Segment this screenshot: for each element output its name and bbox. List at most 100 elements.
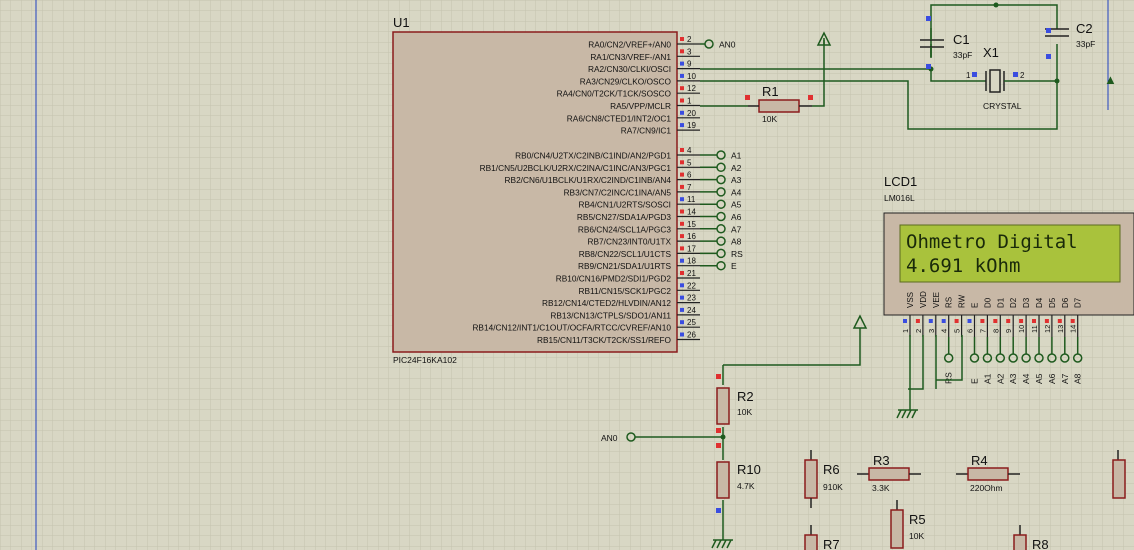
r1-ref: R1 [762,84,779,99]
u1-pin-marker [680,283,684,288]
lcd-pin-number: 2 [914,329,923,333]
u1-pin-marker [680,258,684,263]
u1-pin-marker [680,307,684,312]
u1-pin-number: 12 [687,84,696,93]
u1-pin-name: RB15/CN11/T3CK/T2CK/SS1/REFO [537,335,672,345]
osc-junction [993,2,999,8]
lcd-terminal-label: A6 [1047,373,1057,384]
u1-pin-marker [680,172,684,177]
lcd-pin-number: 6 [966,329,975,333]
netlabel-text: A5 [731,200,742,210]
x1-pin2: 2 [1020,71,1025,80]
lcd-pin-number: 14 [1069,325,1078,333]
lcd-pin-marker [1019,319,1024,323]
u1-pin-number: 20 [687,109,696,118]
lcd-pin-number: 5 [953,329,962,333]
u1-pin-marker [680,320,684,325]
lcd-terminal-label: A5 [1034,373,1044,384]
c1-value: 33pF [953,50,972,60]
lcd-terminal-label: E [970,378,980,384]
u1-pin-number: 18 [687,257,696,266]
u1-pin-name: RB3/CN7/C2INC/C1INA/AN5 [564,187,672,197]
lcd-pin-number: 8 [991,329,1000,333]
power-arrow-icon: ▲ [1104,72,1117,87]
lcd-pin-number: 10 [1017,325,1026,333]
u1-pin-marker [680,209,684,214]
r10-ref: R10 [737,462,761,477]
u1-pin-marker [680,332,684,337]
an0-netlabel-text: AN0 [719,40,736,50]
x1-value: CRYSTAL [983,101,1022,111]
netlabel-text: A4 [731,187,742,197]
lcd-pin-marker [928,319,933,323]
u1-pin-number: 6 [687,171,692,180]
u1-pin-number: 24 [687,306,696,315]
u1-pin-marker [680,37,684,41]
u1-pin-name: RA4/CN0/T2CK/T1CK/SOSCO [557,89,672,99]
lcd-pin-marker [1032,319,1036,323]
u1-pin-number: 1 [687,97,692,106]
lcd-pin-marker [967,319,972,323]
u1-pin-name: RA0/CN2/VREF+/AN0 [588,40,671,50]
u1-pin-marker [680,61,684,66]
u1-pin-name: RA5/VPP/MCLR [610,101,671,111]
u1-pin-marker [680,86,684,91]
lcd-pin-name: D2 [1009,297,1018,308]
r5-ref: R5 [909,512,926,527]
r8-ref: R8 [1032,537,1049,550]
lcd-pin-name: VSS [906,292,915,308]
lcd-pin-name: D0 [983,297,992,308]
u1-pin-number: 17 [687,244,696,253]
r4-value: 220Ohm [970,483,1003,493]
c1-ref: C1 [953,32,970,47]
lcd-pin-number: 4 [940,329,949,333]
u1-pin-marker [680,49,684,54]
u1-pin-name: RB4/CN1/U2RTS/SOSCI [578,200,671,210]
u1-pin-name: RB11/CN15/SCK1/PGC2 [578,286,671,296]
osc-junction [1054,78,1060,84]
lcd-pin-name: VEE [932,292,941,308]
u1-pin-name: RA3/CN29/CLKO/OSCO [580,76,672,86]
u1-pin-marker [680,98,684,103]
lcd-terminal-label: A8 [1073,373,1083,384]
u1-pin-number: 5 [687,158,692,167]
r2-ref: R2 [737,389,754,404]
u1-part: PIC24F16KA102 [393,355,457,365]
u1-pin-number: 7 [687,183,692,192]
u1-pin-marker [680,110,684,115]
u1-pin-marker [680,246,684,251]
u1-pin-name: RA2/CN30/CLKI/OSCI [588,64,671,74]
lcd-pin-marker [1057,319,1062,323]
r2-value: 10K [737,407,752,417]
u1-pin-number: 10 [687,72,696,81]
lcd-pin-name: D1 [996,297,1005,308]
lcd-pin-number: 9 [1004,329,1013,333]
u1-pin-name: RA1/CN3/VREF-/AN1 [590,52,671,62]
lcd-terminal-label: A1 [982,373,992,384]
r6-value: 910K [823,482,843,492]
microcontroller-u1[interactable]: U1 PIC24F16KA102 RA0/CN2/VREF+/AN0 2 RA1/C… [392,15,700,365]
u1-pin-marker [680,295,684,300]
r4-ref: R4 [971,453,988,468]
r3-value: 3.3K [872,483,890,493]
u1-pin-name: RB5/CN27/SDA1A/PGD3 [577,212,671,222]
u1-pin-number: 9 [687,60,692,69]
lcd-terminal-label: RS [944,372,954,384]
u1-pin-marker [680,184,684,189]
netlabel-text: A3 [731,175,742,185]
u1-pin-name: RB2/CN6/U1BCLK/U1RX/C2IND/C1INB/AN4 [505,175,672,185]
lcd-pin-number: 3 [927,329,936,333]
u1-pin-name: RB14/CN12/INT1/C1OUT/OCFA/RTCC/CVREF/AN1… [472,323,671,333]
lcd-pin-name: VDD [919,291,928,308]
lcd-pin-name: D5 [1048,297,1057,308]
u1-pin-name: RB1/CN5/U2BCLK/U2RX/C2INA/C1INC/AN3/PGC1 [480,163,672,173]
u1-pin-marker [680,221,684,226]
netlabel-text: RS [731,249,743,259]
u1-pin-name: RB10/CN16/PMD2/SDI1/PGD2 [556,274,672,284]
lcd-pin-number: 13 [1056,325,1065,333]
r7-ref: R7 [823,537,840,550]
netlabel-text: A7 [731,224,742,234]
netlabel-text: E [731,261,737,271]
netlabel-text: A2 [731,163,742,173]
u1-ref: U1 [393,15,410,30]
